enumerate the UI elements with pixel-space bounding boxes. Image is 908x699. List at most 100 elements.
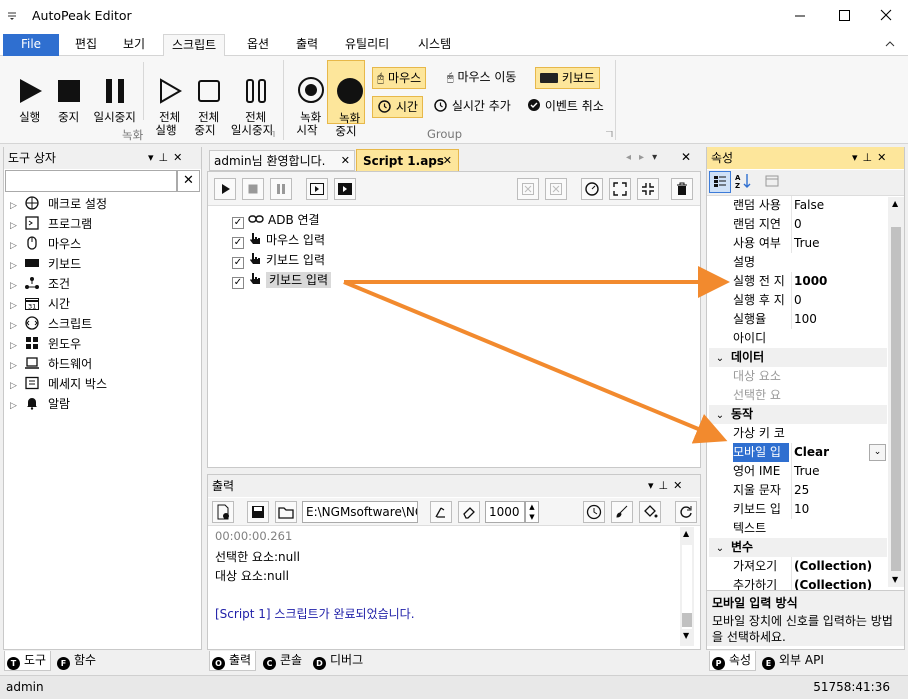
expand-arrow-icon[interactable]: ▷ — [10, 256, 24, 276]
step-over-button[interactable] — [334, 178, 356, 200]
refresh-button[interactable] — [675, 501, 697, 523]
toolbox-item[interactable]: ▷ 마우스 — [10, 234, 81, 254]
expand-arrow-icon[interactable]: ▷ — [10, 196, 24, 216]
item-checkbox[interactable]: ✓ — [232, 217, 244, 229]
step-into-button[interactable] — [306, 178, 328, 200]
property-row[interactable]: 설명 — [709, 253, 887, 272]
expand-arrow-icon[interactable]: ▷ — [10, 276, 24, 296]
toolbox-item[interactable]: ▷ 알람 — [10, 394, 70, 414]
run-all-button[interactable]: 전체 실행 — [146, 64, 186, 137]
property-value[interactable]: 10 — [791, 500, 885, 519]
tab-functions[interactable]: F 함수 — [55, 651, 100, 671]
chevron-right-icon[interactable]: ▸ — [639, 152, 652, 163]
doc-tab-script[interactable]: Script 1.aps ✕ — [356, 149, 459, 172]
expand-arrow-icon[interactable]: ▷ — [10, 296, 24, 316]
property-row[interactable]: 지울 문자 25 — [709, 481, 887, 500]
expand-arrow-icon[interactable]: ▷ — [10, 216, 24, 236]
record-start-button[interactable]: 녹화 시작 — [288, 62, 326, 137]
disabled-button-1[interactable] — [517, 178, 539, 200]
tab-script[interactable]: 스크립트 — [163, 34, 226, 57]
script-pause-button[interactable] — [270, 178, 292, 200]
tab-system[interactable]: 시스템 — [410, 34, 459, 56]
expand-arrow-icon[interactable]: ▷ — [10, 356, 24, 376]
save-output-button[interactable] — [247, 501, 269, 523]
property-row[interactable]: 랜덤 사용 False — [709, 196, 887, 215]
properties-scrollbar[interactable]: ▲ ▼ — [888, 197, 904, 587]
keyboard-toggle-button[interactable]: 키보드 — [535, 67, 600, 89]
dialog-launcher-icon[interactable] — [268, 131, 275, 138]
property-category[interactable]: ⌄ 동작 — [709, 405, 887, 424]
maximize-button[interactable] — [822, 0, 866, 32]
dialog-launcher-icon-2[interactable] — [606, 131, 613, 138]
stop-all-button[interactable]: 전체 중지 — [186, 64, 224, 137]
property-row[interactable]: 랜덤 지연 0 — [709, 215, 887, 234]
tab-file[interactable]: File — [3, 34, 59, 56]
property-row[interactable]: 텍스트 — [709, 519, 887, 538]
panel-close-icon[interactable]: ✕ — [877, 151, 891, 164]
tab-view[interactable]: 보기 — [115, 34, 153, 56]
pause-all-button[interactable]: 전체 일시중지 — [226, 64, 278, 137]
event-cancel-button[interactable]: 이벤트 취소 — [523, 96, 608, 118]
pin-icon[interactable]: ⊥ — [659, 479, 674, 492]
script-play-button[interactable] — [214, 178, 236, 200]
toolbox-item[interactable]: ▷ 프로그램 — [10, 214, 92, 234]
dropdown-arrow-icon[interactable]: ▾ — [852, 151, 863, 164]
item-checkbox[interactable]: ✓ — [232, 257, 244, 269]
output-scroll-thumb[interactable] — [682, 613, 692, 627]
property-row[interactable]: 사용 여부 True — [709, 234, 887, 253]
spin-down-icon[interactable]: ▼ — [529, 513, 534, 521]
item-checkbox[interactable]: ✓ — [232, 237, 244, 249]
tab-console[interactable]: C 콘솔 — [261, 651, 306, 671]
open-folder-button[interactable] — [275, 501, 297, 523]
new-output-button[interactable] — [212, 501, 234, 523]
property-value[interactable]: True — [791, 234, 885, 253]
toolbox-item[interactable]: ▷ 키보드 — [10, 254, 81, 274]
toolbox-item[interactable]: ▷ 조건 — [10, 274, 70, 294]
spin-up-icon[interactable]: ▲ — [529, 503, 534, 511]
property-value[interactable]: 100 — [791, 310, 885, 329]
max-lines-stepper[interactable]: ▲ ▼ — [525, 501, 539, 523]
pause-button[interactable]: 일시중지 — [86, 64, 136, 124]
property-value[interactable]: (Collection) — [791, 557, 885, 576]
output-scrollbar[interactable]: ▲ ▼ — [680, 527, 694, 646]
alphabetical-button[interactable]: AZ — [733, 171, 755, 193]
mouse-move-button[interactable]: 🖱 마우스 이동 — [443, 67, 520, 89]
mouse-toggle-button[interactable]: 🖰 마우스 — [372, 67, 427, 89]
pin-icon[interactable]: ⊥ — [159, 151, 174, 164]
property-row[interactable]: 실행율 100 — [709, 310, 887, 329]
script-item[interactable]: ✓ 키보드 입력 — [232, 270, 332, 290]
property-pages-button[interactable] — [762, 171, 784, 193]
tab-debug[interactable]: D 디버그 — [311, 651, 367, 671]
collapse-ribbon-icon[interactable] — [885, 40, 895, 48]
eraser-button[interactable] — [458, 501, 480, 523]
timestamp-button[interactable] — [583, 501, 605, 523]
toolbox-search-input[interactable] — [5, 170, 177, 192]
timer-button[interactable] — [581, 178, 603, 200]
disabled-button-2[interactable] — [545, 178, 567, 200]
stop-button[interactable]: 중지 — [46, 64, 84, 124]
toolbox-item[interactable]: ▷ 스크립트 — [10, 314, 92, 334]
tab-properties[interactable]: P 속성 — [709, 651, 757, 671]
script-item[interactable]: ✓ 키보드 입력 — [232, 250, 325, 270]
clear-search-button[interactable]: ✕ — [177, 170, 200, 192]
quick-access-menu-icon[interactable] — [7, 11, 17, 21]
dropdown-arrow-icon[interactable]: ▾ — [148, 151, 159, 164]
chevron-down-icon[interactable]: ▾ — [652, 152, 665, 163]
tab-options[interactable]: 옵션 — [239, 34, 277, 56]
expand-arrow-icon[interactable]: ▷ — [10, 236, 24, 256]
property-value[interactable]: 1000 — [791, 272, 885, 291]
run-button[interactable]: 실행 — [6, 64, 46, 124]
property-row[interactable]: 실행 전 지 1000 — [709, 272, 887, 291]
doc-scroll-arrows[interactable]: ◂▸▾ — [626, 152, 665, 163]
close-doc-icon[interactable]: ✕ — [681, 150, 691, 164]
script-stop-button[interactable] — [242, 178, 264, 200]
property-value[interactable]: 0 — [791, 291, 885, 310]
tab-external-api[interactable]: E 외부 API — [760, 651, 828, 671]
realtime-add-button[interactable]: 실시간 추가 — [429, 96, 515, 118]
property-row[interactable]: 선택한 요 — [709, 386, 887, 405]
property-row[interactable]: 가상 키 코 — [709, 424, 887, 443]
tab-tools[interactable]: T 도구 — [4, 651, 52, 671]
expand-arrow-icon[interactable]: ▷ — [10, 316, 24, 336]
property-row[interactable]: 키보드 입 10 — [709, 500, 887, 519]
dropdown-arrow-icon[interactable]: ▾ — [648, 479, 659, 492]
